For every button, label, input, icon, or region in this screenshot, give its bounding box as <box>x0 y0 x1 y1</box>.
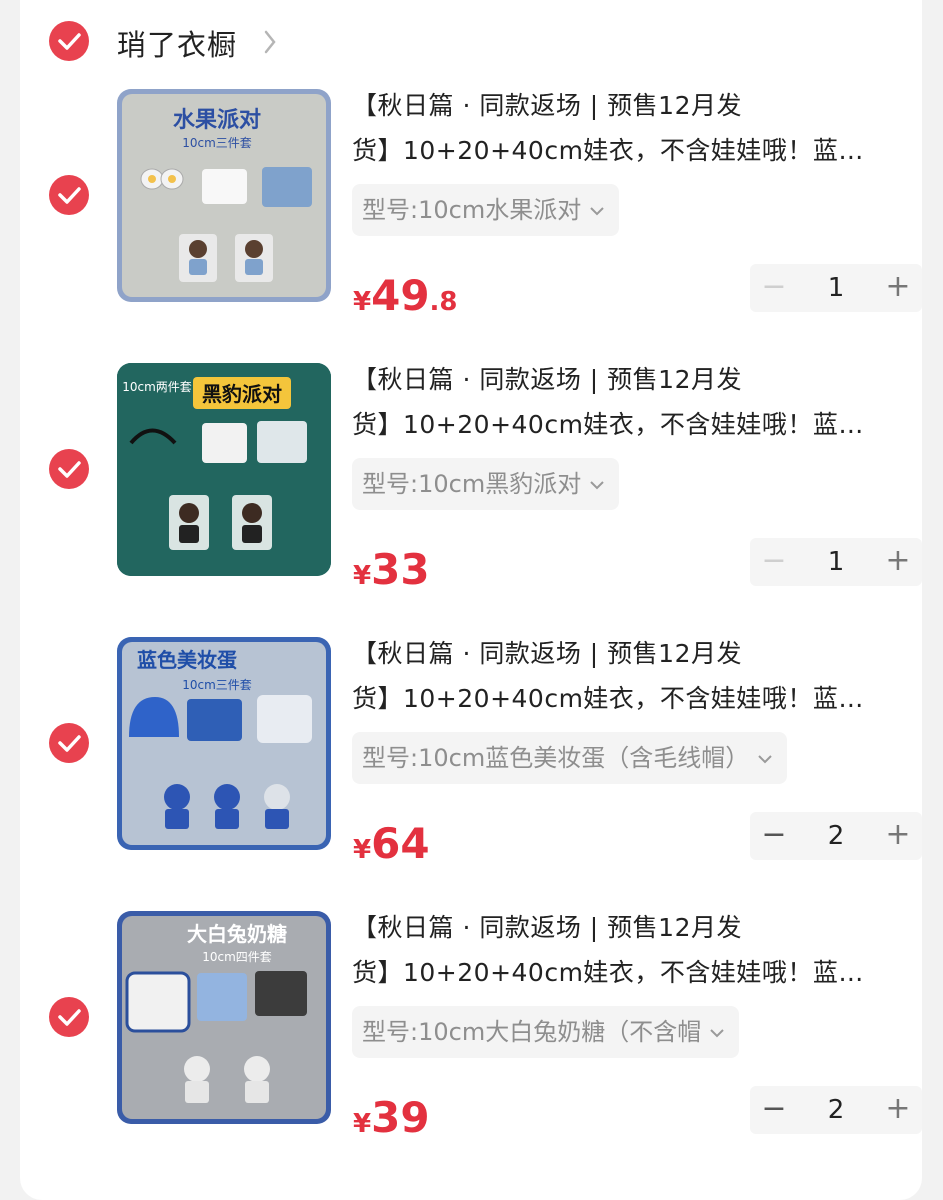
variant-selector[interactable]: 型号:10cm黑豹派对 <box>352 458 620 510</box>
thumb-title: 大白兔奶糖 <box>187 922 287 946</box>
increase-quantity-button[interactable]: + <box>874 538 922 586</box>
variant-label: 型号:10cm蓝色美妆蛋（含毛线帽） <box>362 744 750 772</box>
product-image: 黑豹派对 10cm两件套 <box>117 363 331 576</box>
quantity-stepper: − 1 + <box>750 264 922 312</box>
quantity-value[interactable]: 2 <box>808 812 864 860</box>
price: ¥49.8 <box>353 271 458 320</box>
quantity-stepper: − 2 + <box>750 812 922 860</box>
decrease-quantity-button[interactable]: − <box>750 812 798 860</box>
variant-selector[interactable]: 型号:10cm蓝色美妆蛋（含毛线帽） <box>352 732 788 784</box>
item-select-checkbox[interactable] <box>49 723 89 763</box>
item-select-checkbox[interactable] <box>49 449 89 489</box>
product-thumbnail[interactable]: 大白兔奶糖 10cm四件套 <box>117 911 331 1124</box>
checkmark-icon <box>58 33 81 50</box>
variant-selector[interactable]: 型号:10cm水果派对 <box>352 184 620 236</box>
chevron-down-icon <box>590 207 604 216</box>
quantity-stepper: − 1 + <box>750 538 922 586</box>
variant-label: 型号:10cm大白兔奶糖（不含帽 <box>362 1018 702 1046</box>
increase-quantity-button[interactable]: + <box>874 264 922 312</box>
product-title[interactable]: 【秋日篇 · 同款返场 | 预售12月发 货】10+20+40cm娃衣，不含娃娃… <box>352 631 912 721</box>
increase-quantity-button[interactable]: + <box>874 1086 922 1134</box>
variant-label: 型号:10cm黑豹派对 <box>362 470 582 498</box>
chevron-right-icon[interactable] <box>262 28 278 56</box>
thumb-title: 黑豹派对 <box>202 382 282 406</box>
quantity-value[interactable]: 1 <box>808 538 864 586</box>
thumb-subtitle: 10cm四件套 <box>202 950 272 964</box>
product-thumbnail[interactable]: 水果派对 10cm三件套 <box>117 89 331 302</box>
item-select-checkbox[interactable] <box>49 175 89 215</box>
thumb-subtitle: 10cm两件套 <box>122 380 192 394</box>
quantity-stepper: − 2 + <box>750 1086 922 1134</box>
decrease-quantity-button[interactable]: − <box>750 264 798 312</box>
checkmark-icon <box>58 735 81 752</box>
decrease-quantity-button[interactable]: − <box>750 1086 798 1134</box>
chevron-down-icon <box>590 481 604 490</box>
price: ¥39 <box>353 1093 430 1142</box>
product-image: 水果派对 10cm三件套 <box>122 94 326 297</box>
increase-quantity-button[interactable]: + <box>874 812 922 860</box>
price: ¥64 <box>353 819 430 868</box>
checkmark-icon <box>58 1009 81 1026</box>
product-thumbnail[interactable]: 黑豹派对 10cm两件套 <box>117 363 331 576</box>
chevron-down-icon <box>758 755 772 764</box>
thumb-subtitle: 10cm三件套 <box>182 136 252 150</box>
checkmark-icon <box>58 461 81 478</box>
chevron-down-icon <box>710 1029 724 1038</box>
variant-selector[interactable]: 型号:10cm大白兔奶糖（不含帽 <box>352 1006 740 1058</box>
checkmark-icon <box>58 187 81 204</box>
product-title[interactable]: 【秋日篇 · 同款返场 | 预售12月发 货】10+20+40cm娃衣，不含娃娃… <box>352 83 912 173</box>
product-title[interactable]: 【秋日篇 · 同款返场 | 预售12月发 货】10+20+40cm娃衣，不含娃娃… <box>352 357 912 447</box>
decrease-quantity-button[interactable]: − <box>750 538 798 586</box>
product-image: 蓝色美妆蛋 10cm三件套 <box>122 642 326 845</box>
price: ¥33 <box>353 545 430 594</box>
shop-select-checkbox[interactable] <box>49 21 89 61</box>
quantity-value[interactable]: 2 <box>808 1086 864 1134</box>
thumb-title: 水果派对 <box>173 108 261 133</box>
thumb-title: 蓝色美妆蛋 <box>137 648 237 672</box>
product-title[interactable]: 【秋日篇 · 同款返场 | 预售12月发 货】10+20+40cm娃衣，不含娃娃… <box>352 905 912 995</box>
quantity-value[interactable]: 1 <box>808 264 864 312</box>
shop-name[interactable]: 琑了衣橱 <box>117 22 237 64</box>
thumb-subtitle: 10cm三件套 <box>182 678 252 692</box>
variant-label: 型号:10cm水果派对 <box>362 196 582 224</box>
product-image: 大白兔奶糖 10cm四件套 <box>122 916 326 1119</box>
product-thumbnail[interactable]: 蓝色美妆蛋 10cm三件套 <box>117 637 331 850</box>
item-select-checkbox[interactable] <box>49 997 89 1037</box>
